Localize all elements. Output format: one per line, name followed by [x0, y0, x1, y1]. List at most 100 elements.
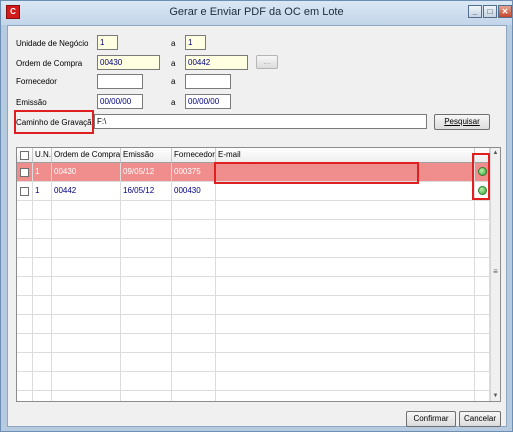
title-bar[interactable]: C Gerar e Enviar PDF da OC em Lote _ □ ✕	[1, 1, 512, 25]
empty-row-cell	[33, 334, 52, 353]
empty-row-cell	[216, 258, 475, 277]
unidade-label: Unidade de Negócio	[16, 39, 89, 48]
row-select-cell[interactable]	[17, 182, 33, 201]
empty-row-cell	[475, 201, 490, 220]
empty-row-cell	[33, 372, 52, 391]
empty-row-cell	[121, 258, 172, 277]
minimize-button[interactable]: _	[468, 5, 482, 18]
empty-row-cell	[33, 315, 52, 334]
fornecedor-to-input[interactable]	[185, 74, 231, 89]
ordem-to-input[interactable]: 00442	[185, 55, 248, 70]
ordem-label: Ordem de Compra	[16, 59, 83, 68]
empty-row-cell	[52, 239, 121, 258]
empty-row-cell	[216, 201, 475, 220]
row-emissao-cell[interactable]: 09/05/12	[121, 163, 172, 182]
empty-row-cell	[52, 277, 121, 296]
row-fornecedor-cell[interactable]: 000375	[172, 163, 216, 182]
empty-row-cell	[17, 391, 33, 401]
col-un-header[interactable]: U.N.	[33, 148, 52, 163]
empty-row-cell	[475, 372, 490, 391]
empty-row-cell	[172, 201, 216, 220]
row-ordem-cell[interactable]: 00430	[52, 163, 121, 182]
empty-row-cell	[17, 258, 33, 277]
empty-row-cell	[172, 296, 216, 315]
empty-row-cell	[121, 277, 172, 296]
row-checkbox[interactable]	[20, 187, 29, 196]
ordem-lookup-button[interactable]: ...	[256, 55, 278, 69]
row-checkbox[interactable]	[20, 168, 29, 177]
empty-row-cell	[17, 277, 33, 296]
pesquisar-button[interactable]: Pesquisar	[434, 114, 490, 130]
empty-row-cell	[216, 239, 475, 258]
empty-row-cell	[172, 334, 216, 353]
orders-grid: U.N. Ordem de Compra Emissão Fornecedor …	[16, 147, 501, 402]
row-fornecedor-cell[interactable]: 000430	[172, 182, 216, 201]
scroll-down-arrow[interactable]: ▼	[491, 391, 500, 401]
empty-row-cell	[216, 353, 475, 372]
empty-row-cell	[216, 220, 475, 239]
empty-row-cell	[33, 239, 52, 258]
select-all-header[interactable]	[17, 148, 33, 163]
empty-row-cell	[475, 391, 490, 401]
ordem-from-input[interactable]: 00430	[97, 55, 160, 70]
empty-row-cell	[121, 315, 172, 334]
app-window: C Gerar e Enviar PDF da OC em Lote _ □ ✕…	[0, 0, 513, 432]
empty-row-cell	[17, 372, 33, 391]
fornecedor-from-input[interactable]	[97, 74, 143, 89]
scroll-thumb-grip[interactable]: ≡	[492, 266, 499, 278]
confirmar-button[interactable]: Confirmar	[406, 411, 456, 427]
empty-row-cell	[121, 296, 172, 315]
col-ordem-header[interactable]: Ordem de Compra	[52, 148, 121, 163]
empty-row-cell	[52, 296, 121, 315]
row-un-cell[interactable]: 1	[33, 163, 52, 182]
empty-row-cell	[475, 220, 490, 239]
col-emissao-header[interactable]: Emissão	[121, 148, 172, 163]
vertical-scrollbar[interactable]: ▲ ≡ ▼	[490, 148, 500, 401]
col-email-header[interactable]: E-mail	[216, 148, 475, 163]
empty-row-cell	[121, 372, 172, 391]
empty-row-cell	[52, 372, 121, 391]
email-cell-highlight	[214, 162, 419, 184]
empty-row-cell	[475, 239, 490, 258]
empty-row-cell	[17, 201, 33, 220]
empty-row-cell	[172, 372, 216, 391]
unidade-to-input[interactable]: 1	[185, 35, 206, 50]
empty-row-cell	[216, 391, 475, 401]
empty-row-cell	[33, 220, 52, 239]
empty-row-cell	[52, 220, 121, 239]
empty-row-cell	[52, 315, 121, 334]
empty-row-cell	[52, 258, 121, 277]
empty-row-cell	[52, 353, 121, 372]
empty-row-cell	[475, 334, 490, 353]
status-column-highlight	[472, 153, 490, 200]
empty-row-cell	[216, 315, 475, 334]
close-button[interactable]: ✕	[498, 5, 512, 18]
row-ordem-cell[interactable]: 00442	[52, 182, 121, 201]
empty-row-cell	[17, 239, 33, 258]
empty-row-cell	[172, 258, 216, 277]
cancelar-button[interactable]: Cancelar	[459, 411, 501, 427]
unidade-from-input[interactable]: 1	[97, 35, 118, 50]
emissao-to-input[interactable]: 00/00/00	[185, 94, 231, 109]
scroll-up-arrow[interactable]: ▲	[491, 148, 500, 158]
emissao-a-label: a	[171, 98, 176, 107]
empty-row-cell	[33, 277, 52, 296]
select-all-checkbox[interactable]	[20, 151, 29, 160]
empty-row-cell	[33, 201, 52, 220]
col-fornecedor-header[interactable]: Fornecedor	[172, 148, 216, 163]
row-select-cell[interactable]	[17, 163, 33, 182]
maximize-button[interactable]: □	[483, 5, 497, 18]
empty-row-cell	[33, 258, 52, 277]
emissao-from-input[interactable]: 00/00/00	[97, 94, 143, 109]
empty-row-cell	[33, 296, 52, 315]
empty-row-cell	[17, 315, 33, 334]
row-email-cell[interactable]	[216, 182, 475, 201]
fornecedor-label: Fornecedor	[16, 77, 57, 86]
row-un-cell[interactable]: 1	[33, 182, 52, 201]
caminho-input[interactable]: F:\	[94, 114, 427, 129]
row-emissao-cell[interactable]: 16/05/12	[121, 182, 172, 201]
empty-row-cell	[17, 353, 33, 372]
empty-row-cell	[121, 239, 172, 258]
empty-row-cell	[216, 372, 475, 391]
unidade-a-label: a	[171, 39, 176, 48]
